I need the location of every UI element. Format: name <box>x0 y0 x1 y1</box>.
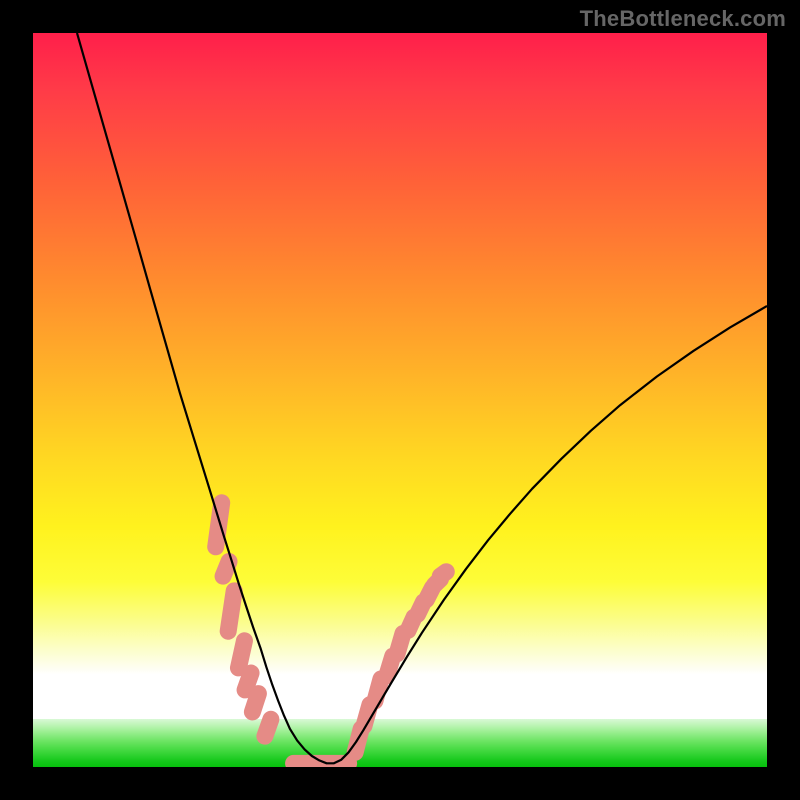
watermark-text: TheBottleneck.com <box>580 6 786 32</box>
marker-lozenge <box>440 572 446 576</box>
chart-overlay <box>33 33 767 767</box>
marker-lozenge <box>252 694 258 712</box>
plot-area <box>33 33 767 767</box>
marker-lozenge <box>223 561 229 576</box>
marker-lozenge <box>228 591 234 631</box>
marker-lozenge <box>265 719 271 736</box>
marker-lozenge <box>238 641 244 668</box>
marker-lozenge <box>245 673 251 690</box>
marker-lozenges <box>216 503 447 753</box>
bottleneck-curve <box>77 33 767 763</box>
frame: TheBottleneck.com <box>0 0 800 800</box>
marker-lozenge <box>375 679 381 701</box>
